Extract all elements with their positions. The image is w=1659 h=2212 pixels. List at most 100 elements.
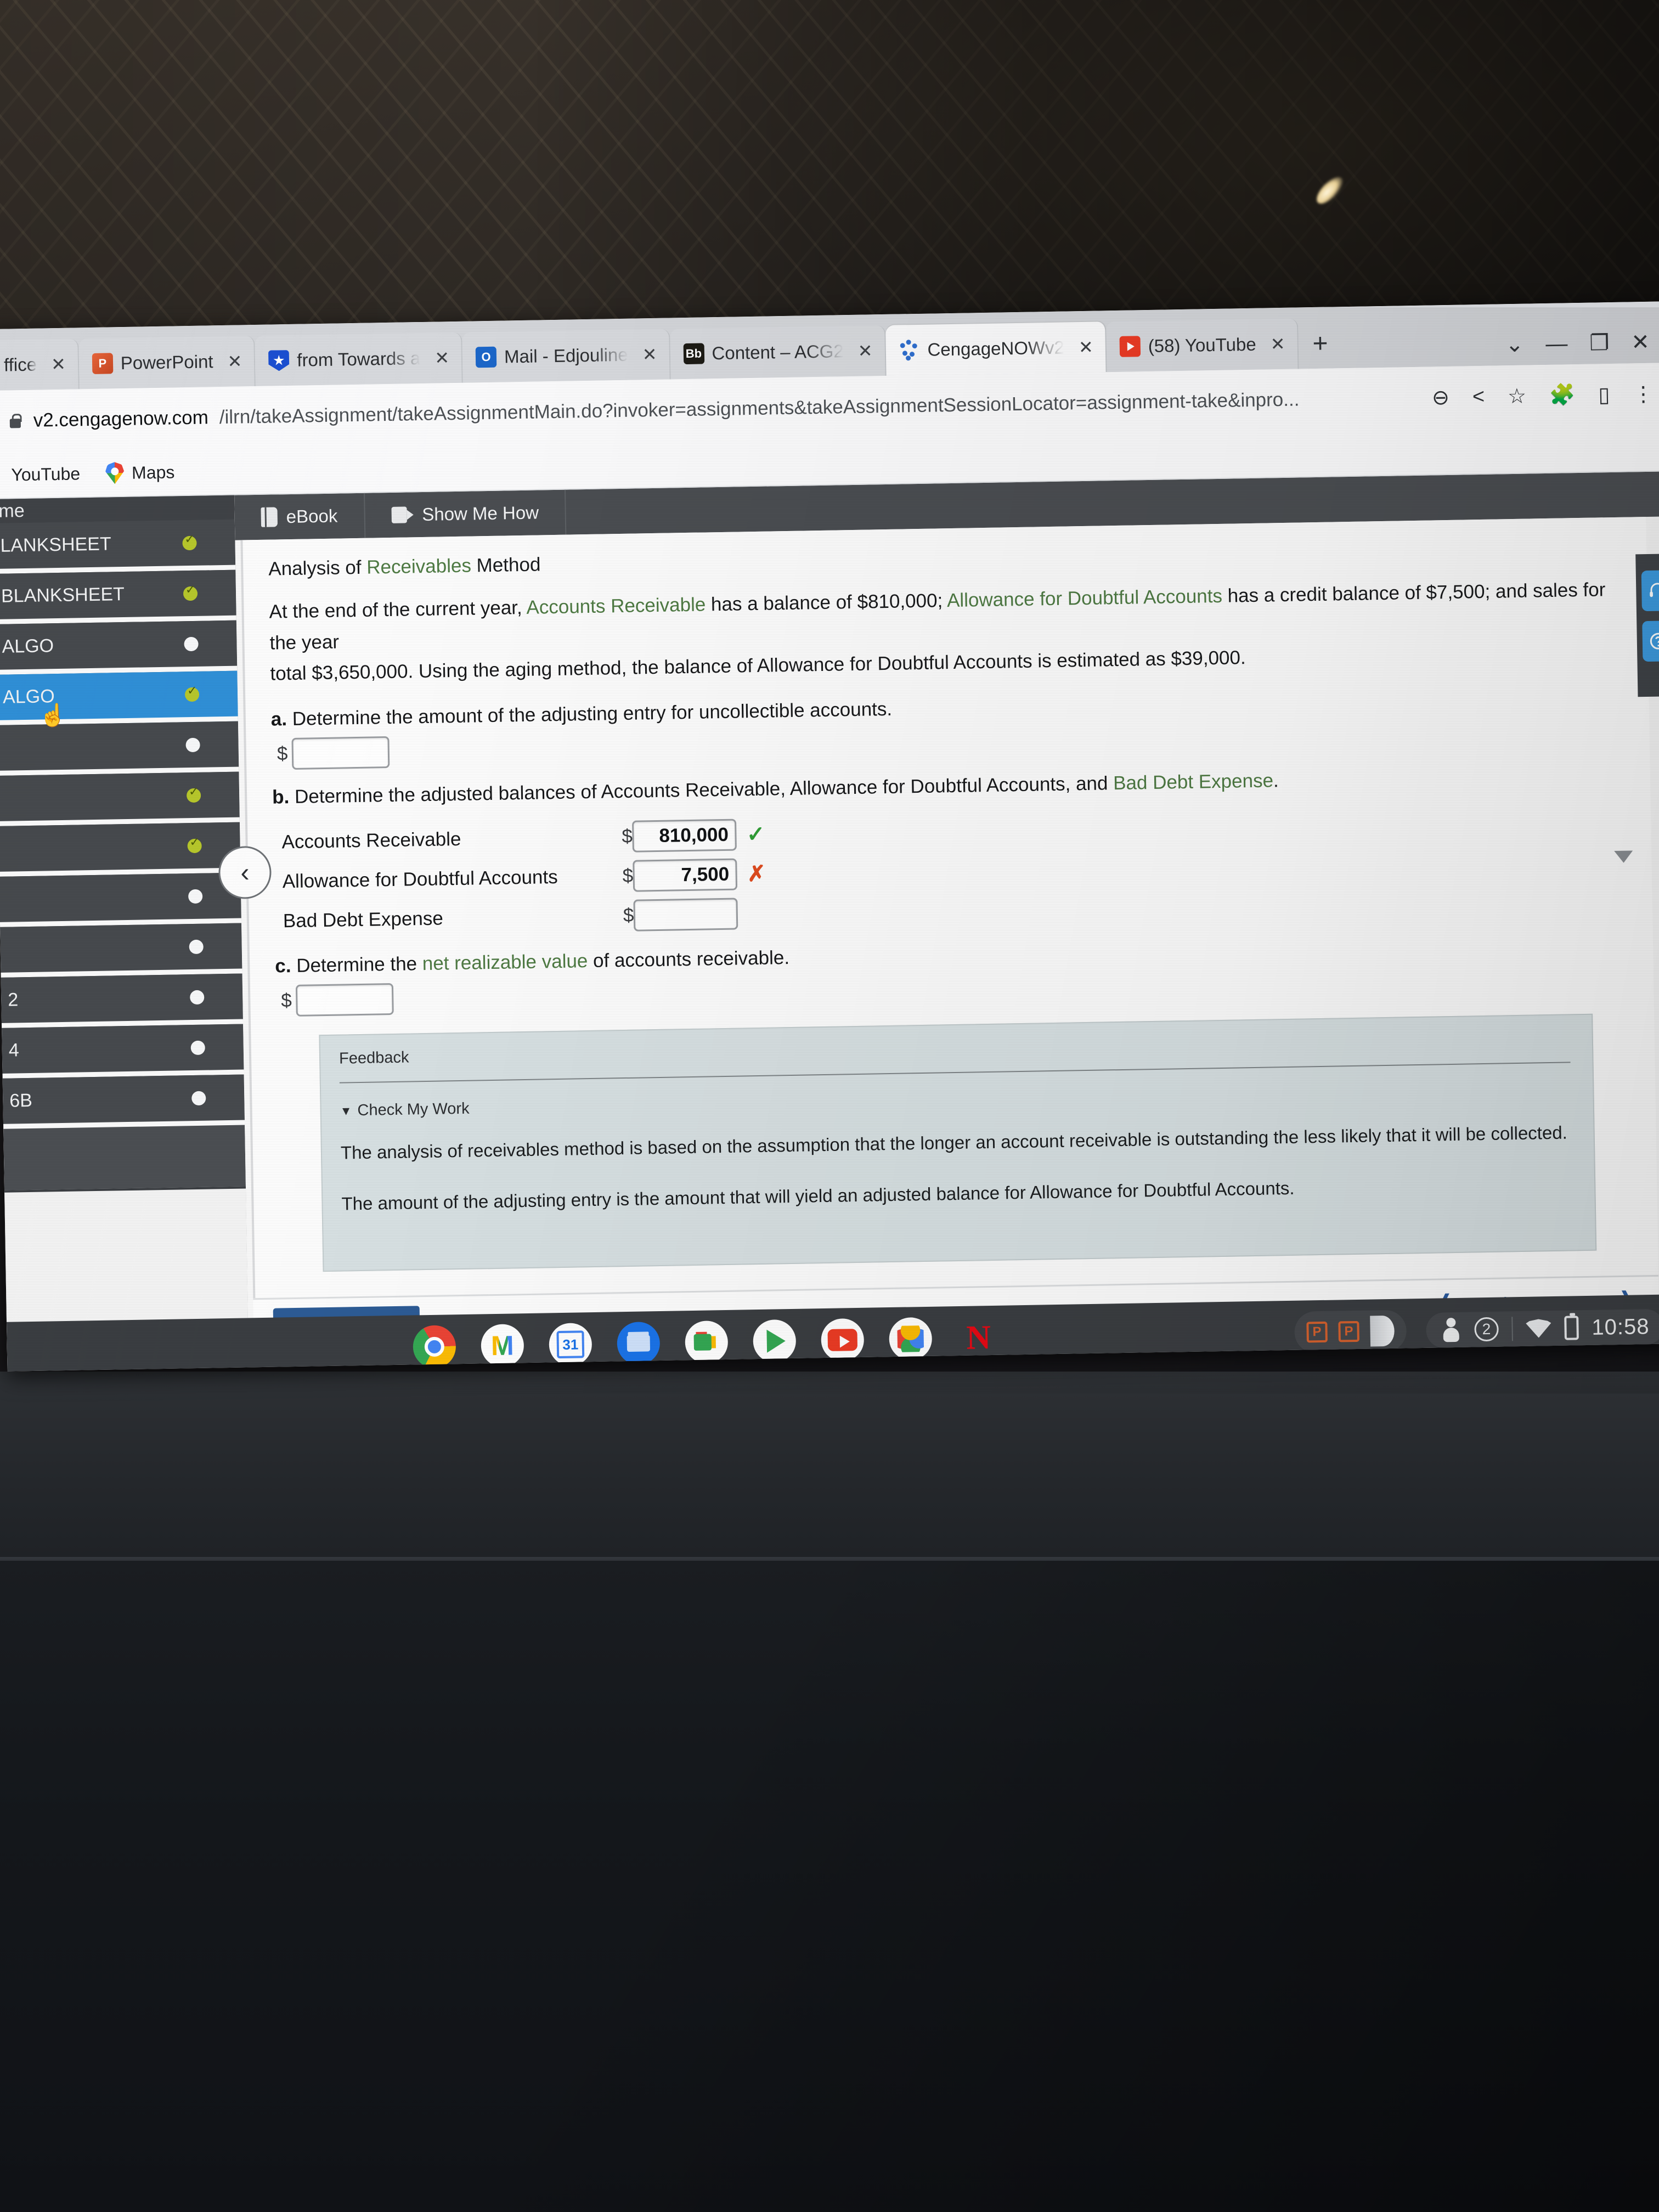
close-icon[interactable]: ✕ [1079,337,1093,358]
divider [339,1062,1571,1084]
browser-tab-blackboard-content[interactable]: Bb Content – ACG2 ✕ [669,325,887,380]
files-app-icon[interactable] [617,1322,661,1365]
question-title: Analysis of Receivables Method [268,536,1616,580]
profile-icon[interactable]: ▯ [1598,382,1610,407]
meet-app-icon[interactable] [685,1320,729,1364]
share-icon[interactable]: < [1472,385,1485,408]
help-question-icon[interactable] [1642,620,1659,662]
part-a-input[interactable] [291,736,390,770]
address-bar[interactable]: v2.cengagenow.com/ilrn/takeAssignment/ta… [8,387,1418,432]
sidebar-item-algo-1[interactable]: ALGO [0,620,238,675]
calendar-app-icon[interactable] [549,1323,592,1367]
chrome-menu-icon[interactable]: ⋮ [1633,381,1654,407]
tab-ebook[interactable]: eBook [234,493,365,540]
powerpoint-tray-icon-2[interactable]: P [1338,1321,1359,1342]
browser-tab-outlook-mail[interactable]: O Mail - Edjouline ✕ [462,329,671,383]
sidebar-item-algo-2-selected[interactable]: ALGO [0,670,238,725]
keyword-net-realizable-value: net realizable value [422,950,588,975]
tab-label: Mail - Edjouline [504,344,628,367]
browser-tab-brainly[interactable]: ★ from Towards a ✕ [255,332,463,386]
browser-tab-cengagenow[interactable]: CengageNOWv2 ✕ [885,321,1107,376]
sidebar-item-label: LANKSHEET [0,533,112,556]
minimize-button[interactable]: — [1545,331,1568,356]
sidebar-item-5[interactable] [0,721,239,776]
sidebar-item-7[interactable] [0,822,241,877]
do-not-disturb-moon-icon[interactable] [1370,1315,1395,1347]
play-store-app-icon[interactable] [753,1319,797,1363]
extensions-icon[interactable]: 🧩 [1549,383,1576,408]
sidebar-item-blanksheet-1[interactable]: LANKSHEET [0,519,236,574]
sidebar-item-12[interactable]: 6B [2,1074,245,1129]
allowance-doubtful-accounts-input[interactable]: 7,500 [633,858,738,892]
lock-icon [8,413,22,429]
bad-debt-expense-input[interactable] [633,898,738,932]
bookmark-star-icon[interactable]: ☆ [1508,383,1527,409]
notification-badge[interactable]: 2 [1474,1317,1499,1342]
status-dot-empty [188,889,203,904]
browser-tab-powerpoint[interactable]: P PowerPoint ✕ [78,336,256,390]
close-icon[interactable]: ✕ [51,354,66,375]
laptop-deck: ← → ⟳ ▢ ❐ ☼ ○ ✕ ◁ ◀ ⏻ 2 3 4 5 6 7 8 9 [0,1561,1659,2212]
status-tray-group[interactable]: 2 10:58 [1425,1308,1659,1348]
status-dot-complete [182,535,197,550]
sidebar-item-8[interactable] [0,872,242,927]
part-b-text-2: . [1273,770,1279,792]
powerpoint-tray-group[interactable]: P P [1294,1310,1407,1353]
brainly-icon: ★ [268,350,290,371]
part-c-letter: c. [274,955,291,977]
tab-label: Content – ACG2 [712,341,844,364]
support-headset-icon[interactable] [1641,570,1659,612]
sidebar-item-10[interactable]: 2 [1,973,244,1028]
battery-icon[interactable] [1564,1316,1579,1340]
gmail-app-icon[interactable] [481,1324,524,1372]
sidebar-item-9[interactable] [0,923,242,978]
part-c-input[interactable] [296,983,394,1017]
sidebar-item-blanksheet-2[interactable]: BLANKSHEET [0,569,236,624]
youtube-app-icon[interactable] [821,1318,865,1370]
clock-label[interactable]: 10:58 [1592,1314,1650,1340]
maximize-button[interactable]: ❐ [1589,331,1610,356]
scroll-down-icon[interactable] [1614,850,1633,864]
sidebar-item-6[interactable] [0,771,240,826]
accounts-receivable-input[interactable]: 810,000 [632,819,737,853]
check-my-work-toggle[interactable]: ▼ Check My Work [340,1081,1571,1120]
book-icon [261,507,278,527]
row-label: Accounts Receivable [281,828,461,853]
close-icon[interactable]: ✕ [227,351,242,371]
netflix-app-icon[interactable] [957,1316,1000,1368]
cengage-icon [899,340,920,361]
avatar[interactable] [1440,1318,1462,1342]
sidebar-item-label: 6B [9,1090,33,1111]
photos-app-icon[interactable] [889,1317,933,1361]
close-icon[interactable]: ✕ [435,347,449,368]
bookmark-youtube[interactable]: YouTube [11,464,80,485]
tab-label: eBook [286,505,338,527]
sidebar-list: LANKSHEET BLANKSHEET ALGO ALGO [0,519,245,1129]
tab-show-me-how[interactable]: Show Me How [364,489,567,538]
browser-tab-office[interactable]: ffice ✕ [0,338,80,391]
running-indicator [975,1363,983,1368]
assignment-sidebar: me LANKSHEET BLANKSHEET ALGO [0,495,249,1355]
close-icon[interactable]: ✕ [1270,334,1285,354]
browser-tab-youtube[interactable]: (58) YouTube ✕ [1106,318,1299,373]
bookmark-label: YouTube [11,463,81,484]
zoom-out-icon[interactable]: ⊖ [1432,385,1450,410]
powerpoint-tray-icon-1[interactable]: P [1306,1321,1328,1343]
chrome-app-icon[interactable] [413,1325,456,1369]
tab-search-icon[interactable]: ⌄ [1505,332,1524,357]
tab-label: Show Me How [421,502,539,524]
question-title-suffix: Method [471,554,541,577]
close-window-button[interactable]: ✕ [1631,330,1650,355]
part-b-letter: b. [272,786,290,808]
url-domain: v2.cengagenow.com [33,407,209,431]
close-icon[interactable]: ✕ [642,344,657,365]
close-icon[interactable]: ✕ [857,340,872,361]
status-dot-empty [190,1040,205,1055]
sidebar-item-11[interactable]: 4 [2,1024,244,1079]
new-tab-button[interactable]: + [1298,328,1345,369]
wifi-icon[interactable] [1526,1319,1551,1338]
bookmark-maps[interactable]: Maps [105,461,175,484]
intro-segment-1: At the end of the current year, [269,596,527,623]
tab-label: ffice [3,354,37,375]
question-body: Analysis of Receivables Method At the en… [242,517,1658,1273]
